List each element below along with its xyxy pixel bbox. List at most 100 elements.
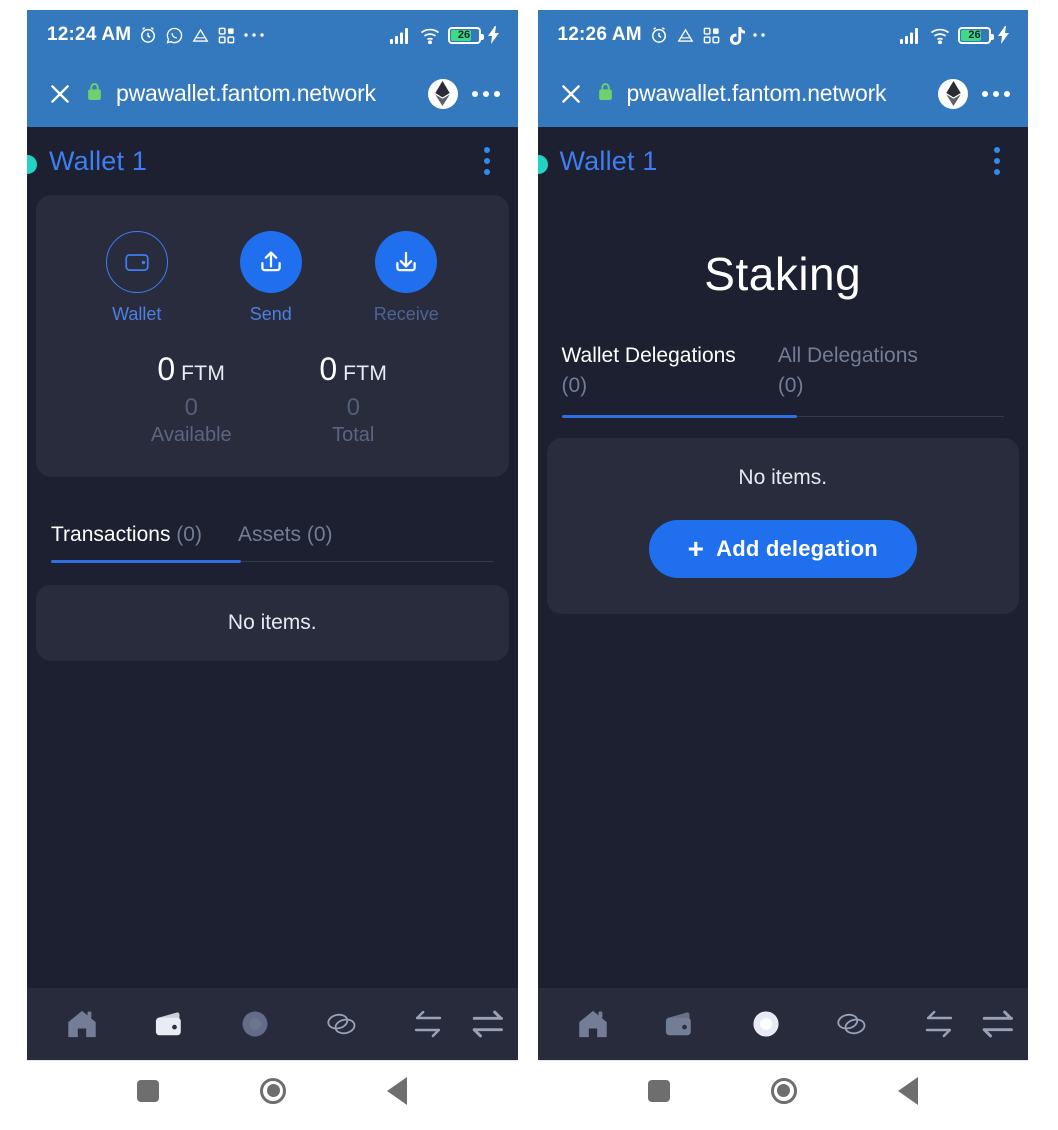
overflow-menu-icon[interactable] (982, 90, 1010, 97)
tab-transactions[interactable]: Transactions (0) (51, 523, 202, 563)
wallet-tabs: Transactions (0) Assets (0) (51, 523, 494, 563)
staking-tabs: Wallet Delegations (0) All Delegations (… (561, 341, 1004, 418)
wallet-icon (666, 1012, 692, 1036)
tab-wallet-delegations[interactable]: Wallet Delegations (0) (562, 341, 736, 418)
apps-grid-icon (217, 26, 236, 45)
overflow-menu-icon[interactable] (471, 90, 500, 97)
nav-wallet[interactable] (636, 1007, 723, 1041)
lock-icon (598, 82, 613, 106)
square-recents-icon[interactable] (647, 1079, 670, 1102)
wifi-icon (419, 27, 441, 44)
available-unit: FTM (181, 362, 226, 385)
nav-swap[interactable] (896, 1008, 983, 1040)
status-bar-right: 26 (900, 26, 1010, 44)
download-arrow-icon (375, 231, 438, 293)
nav-wallet[interactable] (126, 1007, 213, 1041)
alarm-icon (138, 25, 158, 45)
browser-bar: pwawallet.fantom.network (27, 60, 518, 127)
android-system-nav (27, 1060, 518, 1120)
plus-icon: + (687, 532, 705, 564)
circle-home-icon[interactable] (770, 1077, 797, 1104)
balance-amounts: 0 FTM 0 Available 0 FTM 0 Total (36, 351, 509, 447)
screenshot-root: 12:24 AM 26 pwawallet.fantom.network Wal… (0, 0, 1058, 1130)
browser-bar: pwawallet.fantom.network (537, 60, 1028, 127)
nav-coins[interactable] (299, 1008, 386, 1040)
triangle-back-icon[interactable] (387, 1076, 408, 1105)
battery-level: 26 (457, 29, 471, 41)
wallet-icon (105, 231, 168, 293)
lock-icon (87, 82, 102, 106)
signal-bars-icon (389, 27, 412, 44)
status-bar-right: 26 (389, 26, 500, 44)
swap-icon (925, 1010, 952, 1038)
status-dot (27, 155, 37, 174)
url-text[interactable]: pwawallet.fantom.network (116, 80, 414, 107)
balance-card: Wallet Send Receive 0 FTM 0 Available 0 … (36, 195, 509, 477)
nav-home[interactable] (550, 1007, 637, 1041)
add-delegation-button[interactable]: + Add delegation (648, 519, 917, 578)
tab-all-delegations[interactable]: All Delegations (0) (778, 341, 918, 418)
coins-icon (837, 1013, 866, 1035)
action-wallet[interactable]: Wallet (105, 231, 168, 325)
nav-transfer[interactable] (982, 1008, 1016, 1040)
square-recents-icon[interactable] (137, 1079, 160, 1102)
tab-active-indicator (561, 414, 797, 418)
alarm-icon (649, 25, 669, 45)
vertical-kebab-icon[interactable] (478, 141, 496, 181)
more-dots-icon (752, 31, 768, 39)
phone-screen-staking: 12:26 AM 26 pwawallet.fantom.network Wal… (537, 10, 1029, 1120)
tab-transactions-label: Transactions (51, 523, 171, 546)
close-icon[interactable] (47, 81, 73, 107)
tiktok-icon (728, 26, 745, 45)
amount-total: 0 FTM 0 Total (298, 351, 408, 447)
battery-level: 26 (968, 29, 981, 41)
action-receive-label: Receive (373, 304, 439, 324)
nav-staking[interactable] (212, 1007, 299, 1041)
vertical-kebab-icon[interactable] (988, 141, 1006, 181)
nav-coins[interactable] (809, 1008, 896, 1040)
nav-home[interactable] (39, 1007, 126, 1041)
status-clock: 12:26 AM (557, 24, 642, 45)
tab-wallet-delegations-count: (0) (561, 374, 588, 398)
status-dot (537, 155, 548, 174)
transfer-icon (472, 1010, 503, 1038)
nav-swap[interactable] (385, 1008, 472, 1040)
available-caption: Available (150, 424, 232, 446)
gem-icon (242, 1011, 268, 1037)
total-unit: FTM (343, 362, 388, 385)
wallet-header: Wallet 1 (537, 127, 1029, 195)
nav-transfer[interactable] (472, 1008, 506, 1040)
url-text[interactable]: pwawallet.fantom.network (627, 80, 925, 107)
circle-home-icon[interactable] (260, 1077, 287, 1104)
action-receive[interactable]: Receive (374, 231, 439, 325)
wallet-title[interactable]: Wallet 1 (560, 146, 658, 177)
apps-grid-icon (702, 26, 721, 45)
status-bar: 12:26 AM 26 (537, 10, 1028, 60)
phone-screen-wallet: 12:24 AM 26 pwawallet.fantom.network Wal… (27, 10, 518, 1120)
status-clock: 12:24 AM (47, 24, 132, 45)
wallet-title[interactable]: Wallet 1 (49, 146, 147, 177)
home-icon (579, 1010, 607, 1038)
coins-icon (327, 1013, 356, 1035)
ethereum-icon (427, 78, 458, 109)
ethereum-icon (938, 78, 968, 109)
wallet-icon (155, 1012, 181, 1036)
battery-icon: 26 (447, 26, 484, 44)
empty-text: No items. (227, 611, 317, 634)
nav-staking[interactable] (723, 1007, 810, 1041)
upload-arrow-icon (239, 231, 302, 293)
triangle-back-icon[interactable] (897, 1076, 918, 1105)
swap-icon (415, 1010, 442, 1038)
add-delegation-label: Add delegation (716, 535, 878, 561)
delegations-empty-card: No items. + Add delegation (546, 437, 1019, 614)
available-sub: 0 (184, 394, 198, 421)
tab-all-delegations-count: (0) (777, 374, 804, 398)
drive-icon (191, 26, 210, 45)
whatsapp-icon (165, 26, 184, 45)
tab-active-indicator (51, 560, 241, 563)
tab-assets[interactable]: Assets (0) (238, 523, 333, 563)
more-dots-icon (243, 31, 265, 39)
total-sub: 0 (346, 394, 360, 421)
action-send[interactable]: Send (239, 231, 302, 325)
close-icon[interactable] (558, 81, 584, 107)
